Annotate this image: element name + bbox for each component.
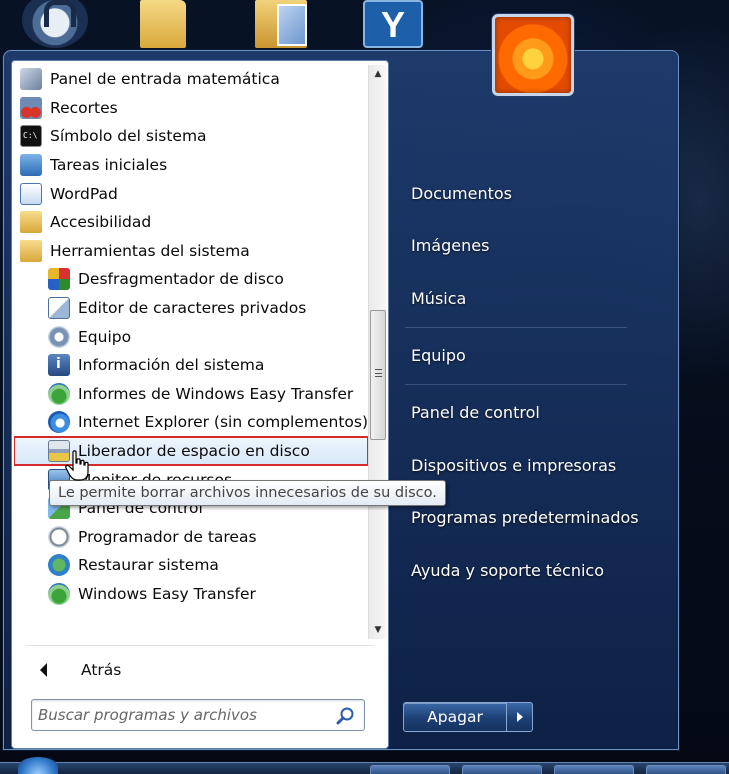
program-item[interactable]: Programador de tareas <box>14 523 368 552</box>
easy-transfer-icon <box>48 582 70 605</box>
system-info-icon <box>48 354 70 377</box>
right-separator <box>405 327 627 328</box>
programs-scrollbar[interactable]: ▲ ▼ <box>368 65 386 639</box>
program-item-label: Equipo <box>78 327 132 346</box>
task-scheduler-icon <box>48 525 70 548</box>
program-item-label: Tareas iniciales <box>50 156 168 175</box>
math-input-icon <box>20 68 42 91</box>
program-item[interactable]: Windows Easy Transfer <box>14 580 368 609</box>
program-item-label: Herramientas del sistema <box>50 241 250 260</box>
program-item[interactable]: Editor de caracteres privados <box>14 294 368 323</box>
shutdown-button[interactable]: Apagar <box>403 702 507 732</box>
program-item-label: Accesibilidad <box>50 213 152 232</box>
shutdown-options-button[interactable] <box>507 702 533 732</box>
search-input[interactable] <box>38 704 328 726</box>
taskbar-button[interactable] <box>554 765 634 774</box>
right-item-control-panel[interactable]: Panel de control <box>411 403 540 422</box>
program-item-label: Restaurar sistema <box>78 556 219 575</box>
back-arrow-icon <box>40 663 47 677</box>
folder-icon <box>20 211 42 234</box>
getting-started-icon <box>20 154 42 177</box>
right-item-computer[interactable]: Equipo <box>411 346 466 365</box>
program-item[interactable]: Desfragmentador de disco <box>14 265 368 294</box>
right-item-documents[interactable]: Documentos <box>411 184 512 203</box>
documents-folder-desktop-icon[interactable] <box>255 0 307 48</box>
scissors-icon <box>20 96 42 119</box>
program-item[interactable]: Internet Explorer (sin complementos) <box>14 408 368 437</box>
taskbar-button[interactable] <box>462 765 542 774</box>
scrollbar-thumb[interactable] <box>370 310 386 440</box>
right-item-default-programs[interactable]: Programas predeterminados <box>411 508 639 527</box>
char-editor-icon <box>48 297 70 320</box>
program-item[interactable]: Accesibilidad <box>14 208 368 237</box>
program-item-label: Liberador de espacio en disco <box>78 442 310 461</box>
program-item[interactable]: WordPad <box>14 179 368 208</box>
program-item[interactable]: Informes de Windows Easy Transfer <box>14 380 368 409</box>
program-item[interactable]: Herramientas del sistema <box>14 237 368 266</box>
arrow-right-icon <box>516 712 523 722</box>
computer-icon <box>48 325 70 348</box>
grip-icon <box>375 369 382 377</box>
right-item-devices[interactable]: Dispositivos e impresoras <box>411 456 616 475</box>
scroll-up-button[interactable]: ▲ <box>369 65 387 83</box>
all-programs-list: Panel de entrada matemática Recortes Símbo… <box>14 65 368 643</box>
back-button[interactable]: Atrás <box>26 650 366 690</box>
program-item-label: Desfragmentador de disco <box>78 270 284 289</box>
search-box[interactable] <box>31 699 365 731</box>
program-item[interactable]: Recortes <box>14 94 368 123</box>
user-picture-icon[interactable] <box>492 14 574 96</box>
right-item-help[interactable]: Ayuda y soporte técnico <box>411 561 604 580</box>
wordpad-icon <box>20 182 42 205</box>
program-item[interactable]: Restaurar sistema <box>14 551 368 580</box>
search-icon[interactable] <box>336 706 356 726</box>
program-item-label: Internet Explorer (sin complementos) <box>78 413 368 432</box>
program-item-label: Información del sistema <box>78 356 265 375</box>
program-item-label: Editor de caracteres privados <box>78 299 307 318</box>
folder-desktop-icon[interactable] <box>140 0 186 48</box>
program-item[interactable]: Equipo <box>14 322 368 351</box>
scroll-down-button[interactable]: ▼ <box>369 621 387 639</box>
program-item-label: Windows Easy Transfer <box>78 584 256 603</box>
program-item-label: Recortes <box>50 98 118 117</box>
internet-explorer-icon <box>48 411 70 434</box>
right-item-pictures[interactable]: Imágenes <box>411 236 489 255</box>
program-item[interactable]: Panel de entrada matemática <box>14 65 368 94</box>
program-item[interactable]: Símbolo del sistema <box>14 122 368 151</box>
start-orb-icon[interactable] <box>18 757 58 774</box>
command-prompt-icon <box>20 125 42 148</box>
program-item-label: Símbolo del sistema <box>50 127 207 146</box>
right-item-music[interactable]: Música <box>411 289 466 308</box>
taskbar-button[interactable] <box>646 765 726 774</box>
hand-cursor-icon <box>65 450 89 481</box>
right-separator <box>405 384 627 385</box>
folder-icon <box>20 239 42 262</box>
system-restore-icon <box>48 554 70 577</box>
easy-transfer-reports-icon <box>48 382 70 405</box>
defrag-icon <box>48 268 70 291</box>
divider <box>26 645 374 646</box>
programs-pane: Panel de entrada matemática Recortes Símbo… <box>11 60 389 749</box>
tooltip: Le permite borrar archivos innecesarios … <box>49 480 446 506</box>
program-item[interactable]: Tareas iniciales <box>14 151 368 180</box>
program-item-label: Panel de entrada matemática <box>50 70 280 89</box>
back-label: Atrás <box>81 661 122 679</box>
taskbar <box>0 757 729 774</box>
taskbar-button[interactable] <box>370 765 450 774</box>
app-desktop-icon[interactable] <box>363 0 423 48</box>
program-item[interactable]: Información del sistema <box>14 351 368 380</box>
program-item-label: Programador de tareas <box>78 527 257 546</box>
program-item-label: Informes de Windows Easy Transfer <box>78 384 354 403</box>
program-item-label: WordPad <box>50 184 118 203</box>
